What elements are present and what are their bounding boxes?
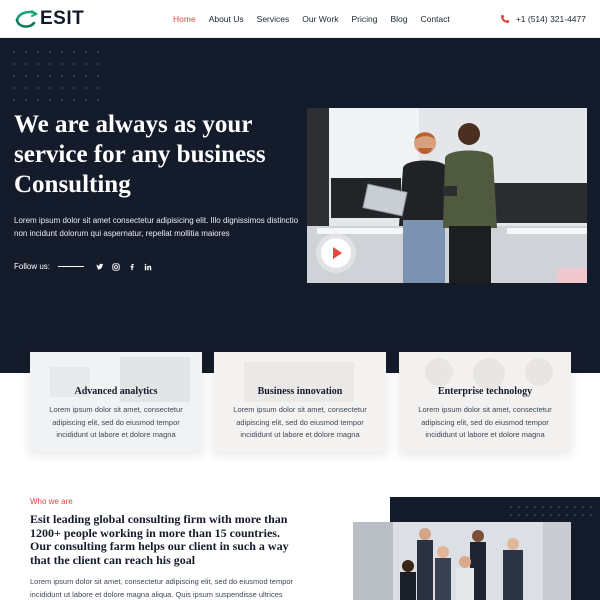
feature-text: Lorem ipsum dolor sit amet, consectetur …	[49, 405, 183, 439]
feature-card-technology[interactable]: Enterprise technology Lorem ipsum dolor …	[399, 352, 571, 452]
team-photo	[353, 522, 571, 600]
nav-pricing[interactable]: Pricing	[351, 14, 377, 24]
feature-text: Lorem ipsum dolor sit amet, consectetur …	[418, 405, 552, 439]
about-title: Esit leading global consulting firm with…	[30, 512, 289, 567]
hero-section: We are always as your service for any bu…	[0, 38, 600, 373]
instagram-icon[interactable]	[112, 262, 120, 271]
facebook-icon[interactable]	[128, 263, 136, 271]
globe-swoosh-icon	[15, 10, 38, 28]
hero-title: We are always as your service for any bu…	[14, 111, 266, 198]
nav-home[interactable]: Home	[173, 14, 196, 24]
phone-icon	[500, 15, 509, 23]
nav-contact[interactable]: Contact	[420, 14, 449, 24]
twitter-icon[interactable]	[96, 263, 104, 271]
nav-blog[interactable]: Blog	[390, 14, 407, 24]
nav-services[interactable]: Services	[257, 14, 290, 24]
follow-us: Follow us:	[14, 262, 152, 271]
hero-photo	[307, 108, 587, 283]
dot-pattern	[510, 506, 592, 516]
feature-card-analytics[interactable]: Advanced analytics Lorem ipsum dolor sit…	[30, 352, 202, 452]
section-eyebrow: Who we are	[30, 497, 73, 506]
follow-divider	[58, 266, 85, 267]
feature-title: Advanced analytics	[74, 386, 158, 397]
site-header: ESIT Home About Us Services Our Work Pri…	[0, 0, 600, 38]
play-icon	[333, 247, 342, 259]
logo[interactable]: ESIT	[14, 7, 84, 31]
about-text: Lorem ipsum dolor sit amet, consectetur …	[30, 577, 294, 599]
hero-description: Lorem ipsum dolor sit amet consectetur a…	[14, 216, 299, 238]
linkedin-icon[interactable]	[144, 263, 152, 271]
nav-our-work[interactable]: Our Work	[302, 14, 338, 24]
phone-number: +1 (514) 321-4477	[515, 14, 586, 24]
play-video-button[interactable]	[321, 238, 351, 268]
feature-card-innovation[interactable]: Business innovation Lorem ipsum dolor si…	[214, 352, 386, 452]
feature-text: Lorem ipsum dolor sit amet, consectetur …	[233, 405, 367, 439]
follow-label: Follow us:	[14, 262, 51, 271]
feature-title: Enterprise technology	[437, 386, 533, 397]
brand-name: ESIT	[40, 8, 85, 29]
phone-contact[interactable]: +1 (514) 321-4477	[500, 0, 586, 38]
feature-title: Business innovation	[257, 386, 343, 397]
business-team-image	[353, 522, 571, 600]
main-nav: Home About Us Services Our Work Pricing …	[173, 0, 463, 38]
nav-about-us[interactable]: About Us	[209, 14, 244, 24]
